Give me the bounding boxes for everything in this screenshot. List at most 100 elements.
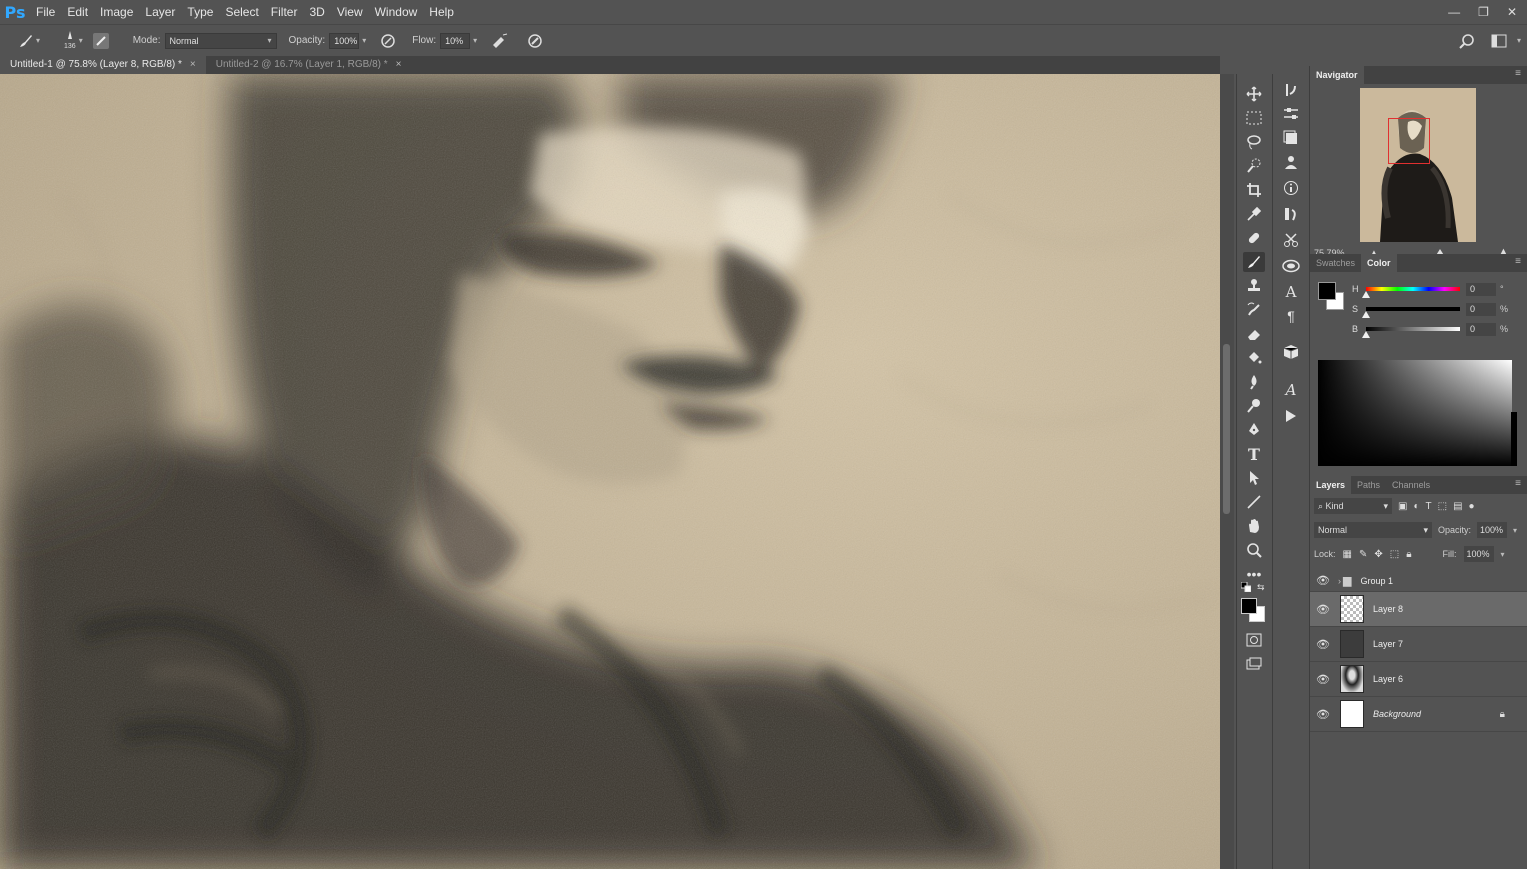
history-brush-icon[interactable] (1243, 300, 1265, 320)
minimize-button[interactable]: — (1448, 5, 1460, 19)
pen-icon[interactable] (1243, 420, 1265, 440)
adjustments-panel-icon[interactable] (1281, 104, 1301, 124)
pressure-size-icon[interactable] (527, 33, 543, 49)
lasso-icon[interactable] (1243, 132, 1265, 152)
saturation-slider-knob[interactable] (1362, 311, 1370, 318)
close-icon[interactable]: × (396, 56, 402, 74)
fill-dropdown-icon[interactable]: ▾ (1501, 550, 1505, 559)
shape-filter-icon[interactable]: ⬚ (1438, 501, 1447, 512)
glyphs-icon[interactable]: A (1281, 282, 1301, 302)
brush-preset-icon[interactable] (18, 33, 34, 49)
layer-kind-filter[interactable]: ⌕ Kind ▾ (1314, 498, 1392, 514)
info-icon[interactable] (1281, 178, 1301, 198)
layer-row-layer-8[interactable]: 👁︎ Layer 8 (1310, 592, 1527, 627)
flow-input[interactable]: 10% (440, 32, 471, 49)
tab-navigator[interactable]: Navigator (1310, 66, 1364, 84)
navigator-thumbnail[interactable] (1360, 88, 1476, 242)
menu-file[interactable]: File (30, 0, 61, 24)
lock-transparency-icon[interactable]: ▦ (1343, 549, 1352, 560)
menu-select[interactable]: Select (219, 0, 264, 24)
blur-icon[interactable] (1243, 372, 1265, 392)
lock-artboard-icon[interactable]: ⬚ (1390, 549, 1399, 560)
3d-panel-icon[interactable] (1281, 342, 1301, 362)
close-icon[interactable]: × (190, 56, 196, 74)
tab-swatches[interactable]: Swatches (1310, 254, 1361, 272)
mode-select[interactable]: Normal ▾ (164, 32, 277, 49)
menu-3d[interactable]: 3D (303, 0, 330, 24)
search-icon[interactable] (1459, 33, 1475, 49)
layer-row-layer-6[interactable]: 👁︎ Layer 6 (1310, 662, 1527, 697)
eraser-icon[interactable] (1243, 324, 1265, 344)
scrollbar-thumb[interactable] (1223, 344, 1230, 514)
path-select-icon[interactable] (1243, 468, 1265, 488)
hue-slider-knob[interactable] (1362, 291, 1370, 298)
brush-icon[interactable] (1243, 252, 1265, 272)
paragraph-icon[interactable]: ¶ (1281, 306, 1301, 326)
clone-stamp-icon[interactable] (1243, 276, 1265, 296)
visibility-eye-icon[interactable]: 👁︎ (1310, 603, 1336, 616)
flow-dropdown-icon[interactable]: ▾ (473, 36, 477, 45)
healing-icon[interactable] (1243, 228, 1265, 248)
quick-mask-icon[interactable] (1243, 630, 1265, 650)
lock-position-icon[interactable]: ✥ (1374, 549, 1382, 560)
crop-icon[interactable] (1243, 180, 1265, 200)
workspace-dropdown-icon[interactable]: ▾ (1517, 36, 1521, 45)
character-panel-icon[interactable] (1281, 152, 1301, 172)
quick-select-icon[interactable] (1243, 156, 1265, 176)
saturation-slider[interactable] (1362, 307, 1460, 318)
brush-settings-icon[interactable] (1281, 204, 1301, 224)
tab-layers[interactable]: Layers (1310, 476, 1352, 494)
default-colors-icon[interactable] (1240, 581, 1252, 593)
visibility-eye-icon[interactable]: 👁︎ (1310, 638, 1336, 651)
brightness-input[interactable]: 0 (1466, 322, 1496, 336)
chevron-right-icon[interactable]: › (1338, 576, 1341, 586)
workspace-icon[interactable] (1491, 34, 1507, 48)
panel-menu-icon[interactable]: ≡ (1515, 478, 1521, 489)
brightness-slider[interactable] (1362, 327, 1460, 338)
pressure-opacity-icon[interactable] (380, 33, 396, 49)
brush-size-dropdown-icon[interactable]: ▾ (79, 36, 83, 45)
tab-untitled-1[interactable]: Untitled-1 @ 75.8% (Layer 8, RGB/8) * × (0, 56, 206, 74)
menu-image[interactable]: Image (94, 0, 139, 24)
panel-menu-icon[interactable]: ≡ (1515, 68, 1521, 79)
brush-panel-toggle-icon[interactable] (92, 32, 109, 49)
panel-menu-icon[interactable]: ≡ (1515, 256, 1521, 267)
hue-input[interactable]: 0 (1466, 282, 1496, 296)
visibility-eye-icon[interactable]: 👁︎ (1310, 574, 1336, 587)
character-styles-icon[interactable]: A (1281, 380, 1301, 400)
eyedropper-icon[interactable] (1243, 204, 1265, 224)
layer-opacity-input[interactable]: 100% (1477, 522, 1508, 538)
menu-layer[interactable]: Layer (139, 0, 181, 24)
move-tool-icon[interactable] (1243, 84, 1265, 104)
brightness-slider-knob[interactable] (1362, 331, 1370, 338)
menu-edit[interactable]: Edit (61, 0, 94, 24)
libraries-panel-icon[interactable] (1281, 128, 1301, 148)
clone-source-icon[interactable] (1281, 256, 1301, 276)
menu-view[interactable]: View (331, 0, 369, 24)
navigator-view-box[interactable] (1388, 118, 1430, 164)
zoom-icon[interactable] (1243, 540, 1265, 560)
airbrush-icon[interactable] (491, 33, 509, 49)
adjustment-filter-icon[interactable]: ◐ (1413, 501, 1419, 512)
actions-play-icon[interactable] (1281, 406, 1301, 426)
hand-icon[interactable] (1243, 516, 1265, 536)
swap-colors-icon[interactable]: ⇆ (1257, 582, 1265, 593)
layer-row-layer-7[interactable]: 👁︎ Layer 7 (1310, 627, 1527, 662)
marquee-icon[interactable] (1243, 108, 1265, 128)
fill-input[interactable]: 100% (1463, 546, 1494, 562)
history-panel-icon[interactable] (1281, 80, 1301, 100)
menu-window[interactable]: Window (369, 0, 424, 24)
opacity-input[interactable]: 100% (329, 32, 360, 49)
tab-channels[interactable]: Channels (1386, 476, 1436, 494)
line-icon[interactable] (1243, 492, 1265, 512)
hue-slider[interactable] (1362, 287, 1460, 298)
menu-filter[interactable]: Filter (265, 0, 304, 24)
type-filter-icon[interactable]: T (1426, 501, 1432, 512)
type-icon[interactable]: T (1243, 444, 1265, 464)
brush-size-picker[interactable]: 136 (64, 31, 76, 50)
blend-mode-select[interactable]: Normal ▾ (1314, 522, 1432, 538)
opacity-dropdown-icon[interactable]: ▾ (362, 36, 366, 45)
layer-row-background[interactable]: 👁︎ Background 🔒︎ (1310, 697, 1527, 732)
dodge-icon[interactable] (1243, 396, 1265, 416)
document-canvas[interactable] (0, 74, 1220, 869)
